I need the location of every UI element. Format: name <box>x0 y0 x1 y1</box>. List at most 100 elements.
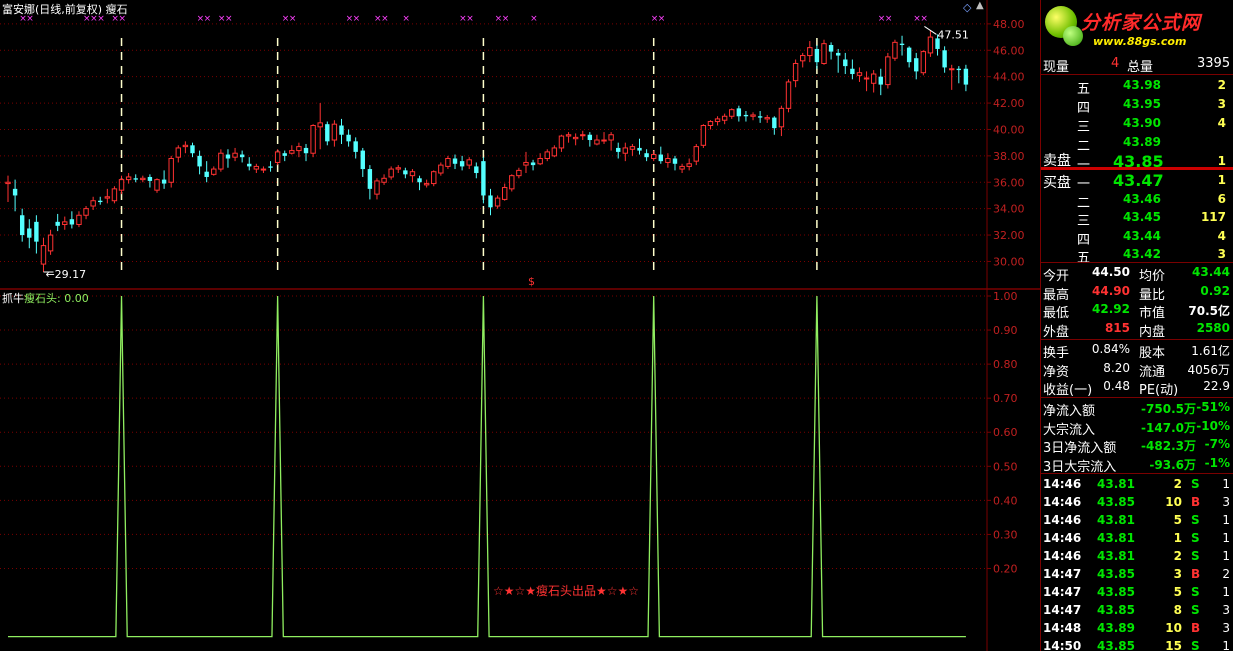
candle-body <box>558 135 565 149</box>
signal-marker: × <box>353 14 361 24</box>
candle-body <box>608 134 614 141</box>
tick-price: 43.81 <box>1097 549 1135 563</box>
tick-row[interactable]: 14:47 43.85 5 S 1 <box>1041 584 1233 602</box>
dollar-marker: $ <box>528 275 535 288</box>
candle-body <box>62 221 68 225</box>
candle-body <box>466 159 472 166</box>
candle-body <box>388 168 394 178</box>
ask-vol: 3 <box>1217 97 1226 111</box>
ask-level: 二 <box>1077 139 1091 154</box>
indicator-name: 抓牛 <box>2 292 24 305</box>
candle-body <box>5 181 11 185</box>
stat-value: 0.84% <box>1091 342 1130 356</box>
y-tick-label: 40.00 <box>993 123 1025 136</box>
tick-count: 1 <box>1222 549 1230 563</box>
signal-marker: × <box>502 14 510 24</box>
tick-row[interactable]: 14:50 43.85 15 S 1 <box>1041 638 1233 651</box>
flow-pct: -1% <box>1204 455 1230 470</box>
flow-row: 大宗流入 -147.0万 -10% <box>1041 418 1233 438</box>
flow-label: 3日大宗流入 <box>1043 459 1117 475</box>
tick-row[interactable]: 14:46 43.81 2 S 1 <box>1041 476 1233 494</box>
candle-body <box>147 176 153 181</box>
candle-body <box>438 164 444 174</box>
candle-body <box>828 44 834 52</box>
tick-vol: 5 <box>1173 585 1182 599</box>
tick-side: S <box>1191 531 1200 545</box>
candle-body <box>658 154 663 162</box>
candle-body <box>942 50 947 68</box>
candle-body <box>282 153 287 156</box>
ask-level: 一 <box>1077 158 1091 173</box>
tick-row[interactable]: 14:46 43.81 2 S 1 <box>1041 548 1233 566</box>
candle-body <box>700 125 707 146</box>
candle-body <box>374 180 380 195</box>
tick-row[interactable]: 14:47 43.85 8 S 3 <box>1041 602 1233 620</box>
stat2-row: 换手 0.84% 股本 1.61亿 <box>1041 341 1233 361</box>
chart-area[interactable]: 30.00 32.00 34.00 36.00 38.00 40.00 42.00 44.00… <box>0 0 1040 651</box>
candle-body <box>870 73 877 84</box>
flow-pct: -10% <box>1196 418 1230 433</box>
candle-body <box>580 134 586 137</box>
chevron-up-icon[interactable]: ▲ <box>976 0 984 11</box>
tick-price: 43.81 <box>1097 531 1135 545</box>
flow-value: -147.0万 <box>1141 420 1196 435</box>
tick-vol: 8 <box>1173 603 1182 617</box>
signal-marker: × <box>289 14 297 24</box>
stat2-row: 收益(一) 0.48 PE(动) 22.9 <box>1041 378 1233 398</box>
bid-row: 一 43.47 1 <box>1041 171 1233 192</box>
bid-price: 43.42 <box>1123 247 1161 261</box>
candle-body <box>616 147 621 152</box>
signal-marker: × <box>204 14 212 24</box>
signal-marker: × <box>885 14 893 24</box>
candle-body <box>721 115 728 121</box>
total-vol: 3395 <box>1197 56 1231 71</box>
diamond-icon[interactable]: ◇ <box>963 1 971 14</box>
candle-body <box>814 48 820 63</box>
tick-time: 14:46 <box>1043 477 1082 491</box>
bid-row: 二 43.46 6 <box>1041 191 1233 211</box>
candle-body <box>154 179 160 191</box>
ask-vol: 4 <box>1217 116 1226 130</box>
logo-ball-small-icon <box>1063 26 1083 46</box>
indicator-tick-label: 0.60 <box>993 426 1018 439</box>
candle-body <box>474 166 479 174</box>
stat-label: 换手 <box>1043 346 1070 361</box>
candle-body <box>743 114 749 117</box>
tick-row[interactable]: 14:46 43.85 10 B 3 <box>1041 494 1233 512</box>
candle-body <box>736 108 742 117</box>
candle-body <box>317 122 323 128</box>
tick-count: 1 <box>1222 477 1230 491</box>
tick-count: 1 <box>1222 513 1230 527</box>
kline-chart[interactable]: 30.00 32.00 34.00 36.00 38.00 40.00 42.00 44.00… <box>0 0 1040 651</box>
tick-row[interactable]: 14:48 43.89 10 B 3 <box>1041 620 1233 638</box>
candle-body <box>587 134 593 141</box>
candle-body <box>360 150 365 170</box>
tick-row[interactable]: 14:47 43.85 3 B 2 <box>1041 566 1233 584</box>
tick-row[interactable]: 14:46 43.81 5 S 1 <box>1041 512 1233 530</box>
tick-side: S <box>1191 585 1200 599</box>
candle-body <box>714 118 721 123</box>
indicator-tick-label: 0.80 <box>993 358 1018 371</box>
tick-row[interactable]: 14:46 43.81 1 S 1 <box>1041 530 1233 548</box>
tick-count: 1 <box>1222 531 1230 545</box>
stat-value: 1.61亿 <box>1191 344 1230 358</box>
candle-body <box>55 221 60 226</box>
candle-body <box>197 155 202 167</box>
candle-body <box>133 178 138 180</box>
candle-body <box>481 161 486 196</box>
tick-vol: 15 <box>1165 639 1182 651</box>
candle-body <box>111 188 118 202</box>
ask-vol: 1 <box>1217 154 1226 168</box>
y-tick-label: 30.00 <box>993 255 1025 268</box>
candle-body <box>778 107 785 128</box>
y-tick-label: 48.00 <box>993 18 1025 31</box>
signal-marker: × <box>658 14 666 24</box>
indicator-tick-label: 0.40 <box>993 494 1018 507</box>
candle-body <box>622 147 629 154</box>
ask-level: 四 <box>1077 101 1091 116</box>
flow-row: 3日净流入额 -482.3万 -7% <box>1041 436 1233 456</box>
candle-body <box>963 68 969 85</box>
signal-marker: × <box>402 14 410 24</box>
stat-label: 净资 <box>1043 364 1070 380</box>
candle-body <box>551 147 558 157</box>
